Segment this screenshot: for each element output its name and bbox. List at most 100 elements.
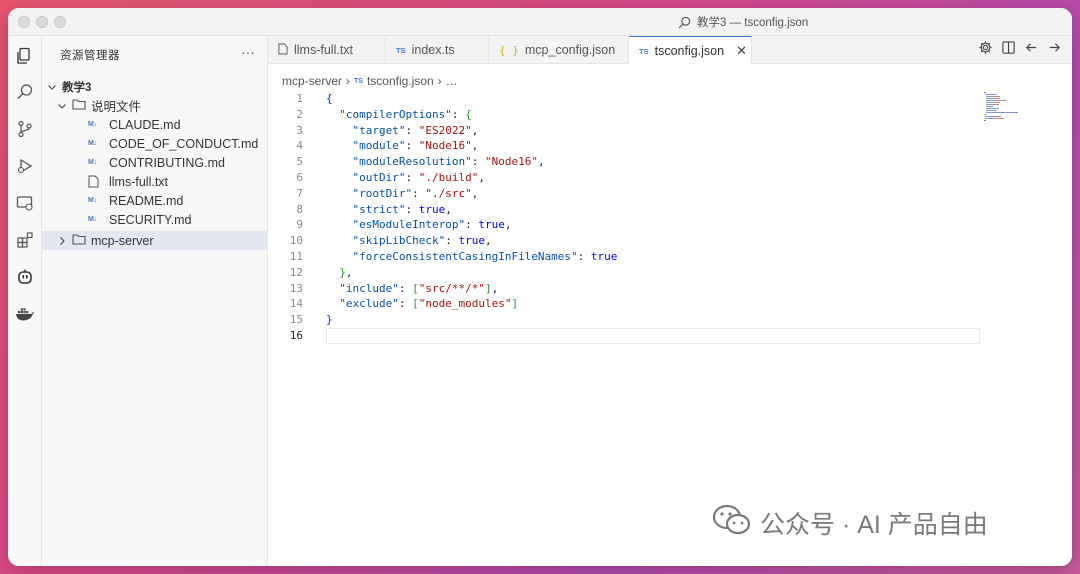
file-icon <box>278 43 288 58</box>
tree-root-label: 教学3 <box>62 81 92 94</box>
code-editor[interactable]: 1{2 "compilerOptions": {3 "target": "ES2… <box>268 91 1072 344</box>
code-token: , <box>478 170 485 184</box>
explorer-more-button[interactable]: ··· <box>241 44 255 60</box>
code-line[interactable]: 16 <box>268 327 1072 344</box>
markdown-icon: M↓ <box>88 216 97 223</box>
remote-explorer-icon[interactable] <box>15 193 35 213</box>
code-token: : <box>451 107 466 121</box>
code-token: true <box>478 218 505 232</box>
arrow-left-icon[interactable] <box>1024 40 1039 60</box>
command-center[interactable]: 教学3 — tsconfig.json <box>678 14 808 30</box>
code-line[interactable]: 12 }, <box>268 265 1072 281</box>
line-number: 9 <box>296 218 303 232</box>
tree-file-code-of-conduct[interactable]: M↓ CODE_OF_CONDUCT.md <box>42 134 268 153</box>
code-line[interactable]: 5 "moduleResolution": "Node16", <box>268 154 1072 170</box>
tab-tsconfig[interactable]: TS tsconfig.json ✕ <box>629 36 752 65</box>
current-line-highlight <box>326 327 980 344</box>
code-line[interactable]: 7 "rootDir": "./src", <box>268 186 1072 202</box>
code-token: "forceConsistentCasingInFileNames" <box>352 249 578 263</box>
line-number: 3 <box>296 123 303 137</box>
code-token: "skipLibCheck" <box>352 234 446 248</box>
tree-folder-docs[interactable]: 说明文件 <box>42 96 268 115</box>
code-token: "Node16" <box>418 139 472 153</box>
code-line[interactable]: 13 "include": ["src/**/*"], <box>268 281 1072 297</box>
code-token: "exclude" <box>339 297 399 311</box>
code-token: "include" <box>339 281 399 295</box>
line-number: 12 <box>289 265 303 279</box>
code-line[interactable]: 2 "compilerOptions": { <box>268 107 1072 123</box>
docker-icon[interactable] <box>15 304 35 324</box>
editor-actions <box>978 40 1062 60</box>
code-token: "ES2022" <box>418 123 472 137</box>
line-content: "rootDir": "./src", <box>326 186 479 202</box>
tree-item-label: README.md <box>109 193 184 208</box>
code-token: "esModuleInterop" <box>352 218 466 232</box>
tab-index-ts[interactable]: TS index.ts <box>386 36 489 64</box>
code-line[interactable]: 10 "skipLibCheck": true, <box>268 233 1072 249</box>
code-token: { <box>326 92 333 105</box>
close-window-button[interactable] <box>18 16 30 28</box>
minimap[interactable] <box>984 92 1024 122</box>
code-line[interactable]: 1{ <box>268 91 1072 107</box>
folder-icon <box>72 98 86 113</box>
search-view-icon[interactable] <box>15 82 35 102</box>
gear-icon[interactable] <box>978 40 993 60</box>
tab-llms-full[interactable]: llms-full.txt <box>268 36 386 64</box>
vscode-window: 教学3 — tsconfig.json 资源管理器 ··· 教学3 说明文件 M… <box>8 8 1072 566</box>
code-token: true <box>418 202 446 216</box>
code-line[interactable]: 9 "esModuleInterop": true, <box>268 217 1072 233</box>
code-line[interactable]: 14 "exclude": ["node_modules"] <box>268 296 1072 312</box>
tree-folder-mcp-server[interactable]: mcp-server <box>42 231 268 250</box>
line-number: 14 <box>289 297 303 311</box>
tab-mcp-config[interactable]: { } mcp_config.json <box>489 36 629 64</box>
code-token: : <box>465 218 479 232</box>
code-line[interactable]: 3 "target": "ES2022", <box>268 123 1072 139</box>
code-line[interactable]: 4 "module": "Node16", <box>268 138 1072 154</box>
ts-config-icon: TS <box>354 77 363 85</box>
code-token: true <box>458 234 485 248</box>
run-debug-icon[interactable] <box>15 156 35 176</box>
code-line[interactable]: 15} <box>268 312 1072 328</box>
chevron-down-icon <box>56 100 68 112</box>
line-number: 15 <box>289 313 303 327</box>
zoom-window-button[interactable] <box>54 16 66 28</box>
code-line[interactable]: 11 "forceConsistentCasingInFileNames": t… <box>268 249 1072 265</box>
tree-item-label: SECURITY.md <box>109 212 192 227</box>
tree-item-label: 说明文件 <box>91 100 142 114</box>
tree-file-claude[interactable]: M↓ CLAUDE.md <box>42 115 268 134</box>
code-line[interactable]: 8 "strict": true, <box>268 202 1072 218</box>
tree-file-llms-full[interactable]: llms-full.txt <box>42 172 268 191</box>
line-content: "module": "Node16", <box>326 138 479 154</box>
tree-file-security[interactable]: M↓ SECURITY.md <box>42 210 268 229</box>
code-token: : <box>577 249 591 263</box>
breadcrumb-folder[interactable]: mcp-server <box>282 74 342 88</box>
copilot-robot-icon[interactable] <box>15 267 35 287</box>
code-token: : <box>405 123 419 137</box>
extensions-icon[interactable] <box>15 230 35 250</box>
editor-area: llms-full.txt TS index.ts { } mcp_config… <box>268 36 1072 566</box>
arrow-right-icon[interactable] <box>1047 40 1062 60</box>
minimize-window-button[interactable] <box>36 16 48 28</box>
breadcrumb-more[interactable]: … <box>446 74 458 88</box>
code-token: true <box>590 249 618 263</box>
line-content: "target": "ES2022", <box>326 123 479 139</box>
source-control-icon[interactable] <box>15 119 35 139</box>
tree-root-folder[interactable]: 教学3 <box>42 77 268 96</box>
split-editor-icon[interactable] <box>1001 40 1016 60</box>
explorer-icon[interactable] <box>15 46 35 66</box>
code-token: , <box>471 186 479 200</box>
line-number: 8 <box>296 202 303 216</box>
breadcrumb-file[interactable]: tsconfig.json <box>367 74 434 88</box>
code-line[interactable]: 6 "outDir": "./build", <box>268 170 1072 186</box>
close-tab-button[interactable]: ✕ <box>736 43 747 59</box>
tree-file-readme[interactable]: M↓ README.md <box>42 191 268 210</box>
code-token: , <box>345 265 353 279</box>
tree-file-contributing[interactable]: M↓ CONTRIBUTING.md <box>42 153 268 172</box>
